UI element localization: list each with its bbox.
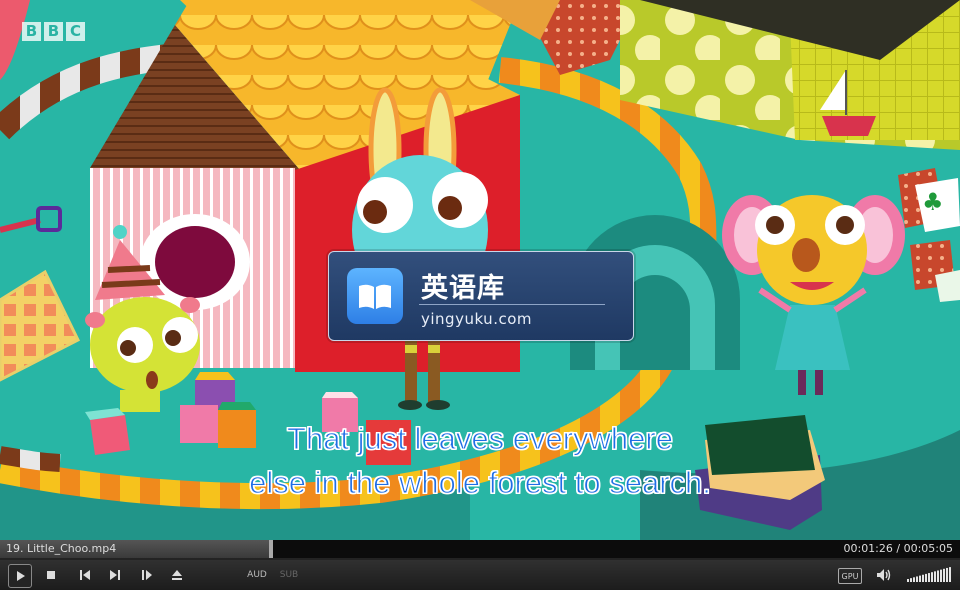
volume-bar xyxy=(919,575,921,582)
media-player-window: ♣ B B C 英语库 yingyuku.com That just leave… xyxy=(0,0,960,590)
stop-icon xyxy=(47,571,55,579)
volume-bar xyxy=(913,577,915,582)
volume-bar xyxy=(928,573,930,582)
volume-bar xyxy=(907,579,909,582)
bbc-logo-letter: C xyxy=(66,22,85,41)
bbc-logo: B B C xyxy=(22,22,85,41)
control-bar: AUD SUB GPU xyxy=(0,560,960,590)
eject-button[interactable] xyxy=(168,564,186,586)
volume-bar xyxy=(910,578,912,582)
seek-handle[interactable] xyxy=(268,540,273,558)
frame-step-button[interactable] xyxy=(138,564,156,586)
previous-icon xyxy=(80,570,90,580)
stop-button[interactable] xyxy=(42,564,60,586)
watermark-divider xyxy=(419,304,605,305)
volume-bar xyxy=(949,567,951,582)
volume-bar xyxy=(934,571,936,582)
volume-bar xyxy=(937,570,939,582)
play-icon xyxy=(17,571,25,581)
frame-step-icon xyxy=(142,570,152,580)
book-icon xyxy=(347,268,403,324)
gpu-button[interactable]: GPU xyxy=(838,568,862,584)
volume-bar xyxy=(922,574,924,582)
subtitles: That just leaves everywhere else in the … xyxy=(0,417,960,505)
svg-text:♣: ♣ xyxy=(922,188,944,216)
volume-bar xyxy=(943,568,945,582)
previous-button[interactable] xyxy=(76,564,94,586)
watermark-url: yingyuku.com xyxy=(421,310,532,328)
volume-bar xyxy=(925,573,927,582)
next-icon xyxy=(110,570,120,580)
bbc-logo-letter: B xyxy=(44,22,63,41)
next-button[interactable] xyxy=(106,564,124,586)
volume-bar xyxy=(946,567,948,582)
volume-bar xyxy=(931,572,933,582)
seek-bar[interactable]: 19. Little_Choo.mp4 00:01:26 / 00:05:05 xyxy=(0,540,960,558)
audio-track-button[interactable]: AUD xyxy=(246,564,268,586)
volume-slider[interactable] xyxy=(907,566,953,588)
file-name: 19. Little_Choo.mp4 xyxy=(6,542,117,555)
eject-icon xyxy=(172,570,182,580)
yingyuku-watermark: 英语库 yingyuku.com xyxy=(328,251,634,341)
watermark-title: 英语库 xyxy=(421,273,505,304)
bbc-logo-letter: B xyxy=(22,22,41,41)
volume-bar xyxy=(916,576,918,582)
subtitle-line-2: else in the whole forest to search. xyxy=(249,465,712,501)
time-display: 00:01:26 / 00:05:05 xyxy=(843,542,953,555)
mute-button[interactable] xyxy=(874,564,894,586)
play-button[interactable] xyxy=(8,564,32,588)
subtitle-line-1: That just leaves everywhere xyxy=(287,421,674,457)
volume-bar xyxy=(940,569,942,582)
subtitle-button[interactable]: SUB xyxy=(278,564,300,586)
volume-icon xyxy=(877,569,891,581)
video-area[interactable]: ♣ B B C 英语库 yingyuku.com That just leave… xyxy=(0,0,960,540)
player-controls: 19. Little_Choo.mp4 00:01:26 / 00:05:05 xyxy=(0,540,960,590)
